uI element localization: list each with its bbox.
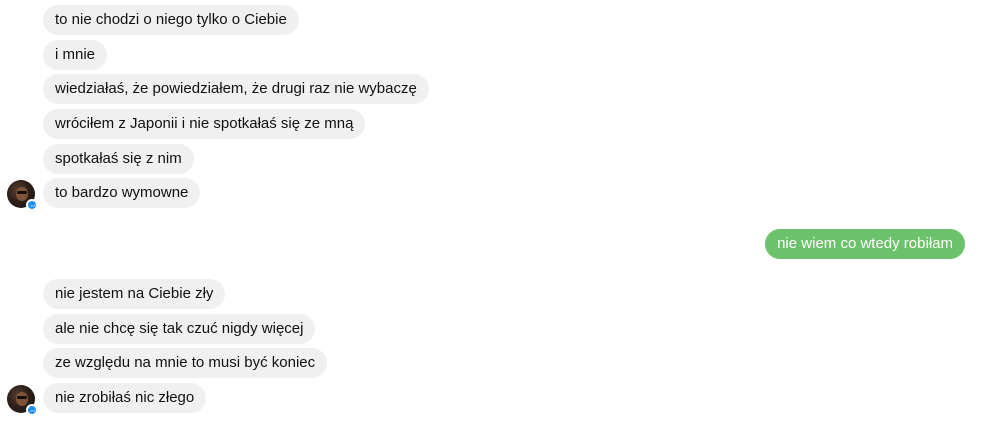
incoming-message-bubble[interactable]: ze względu na mnie to musi być koniec: [43, 348, 328, 378]
incoming-message-bubble[interactable]: i mnie: [43, 40, 108, 70]
sender-avatar[interactable]: [7, 385, 38, 416]
sender-avatar[interactable]: [7, 180, 38, 211]
messenger-icon: [26, 404, 38, 416]
message-thread: to nie chodzi o niego tylko o Ciebie i m…: [0, 0, 990, 430]
incoming-message-bubble[interactable]: to bardzo wymowne: [43, 178, 201, 208]
avatar-face: [16, 392, 28, 406]
incoming-message-bubble[interactable]: wiedziałaś, że powiedziałem, że drugi ra…: [43, 74, 429, 104]
outgoing-message-bubble[interactable]: nie wiem co wtedy robiłam: [765, 229, 965, 259]
avatar-face: [16, 187, 28, 201]
incoming-message-bubble[interactable]: wróciłem z Japonii i nie spotkałaś się z…: [43, 109, 366, 139]
incoming-message-bubble[interactable]: to nie chodzi o niego tylko o Ciebie: [43, 5, 299, 35]
incoming-message-bubble[interactable]: ale nie chcę się tak czuć nigdy więcej: [43, 314, 316, 344]
incoming-message-bubble[interactable]: nie jestem na Ciebie zły: [43, 279, 226, 309]
messenger-icon: [26, 199, 38, 211]
avatar-sunglasses: [17, 396, 27, 399]
avatar-sunglasses: [17, 191, 27, 194]
incoming-message-bubble[interactable]: spotkałaś się z nim: [43, 144, 194, 174]
incoming-message-bubble[interactable]: nie zrobiłaś nic złego: [43, 383, 207, 413]
